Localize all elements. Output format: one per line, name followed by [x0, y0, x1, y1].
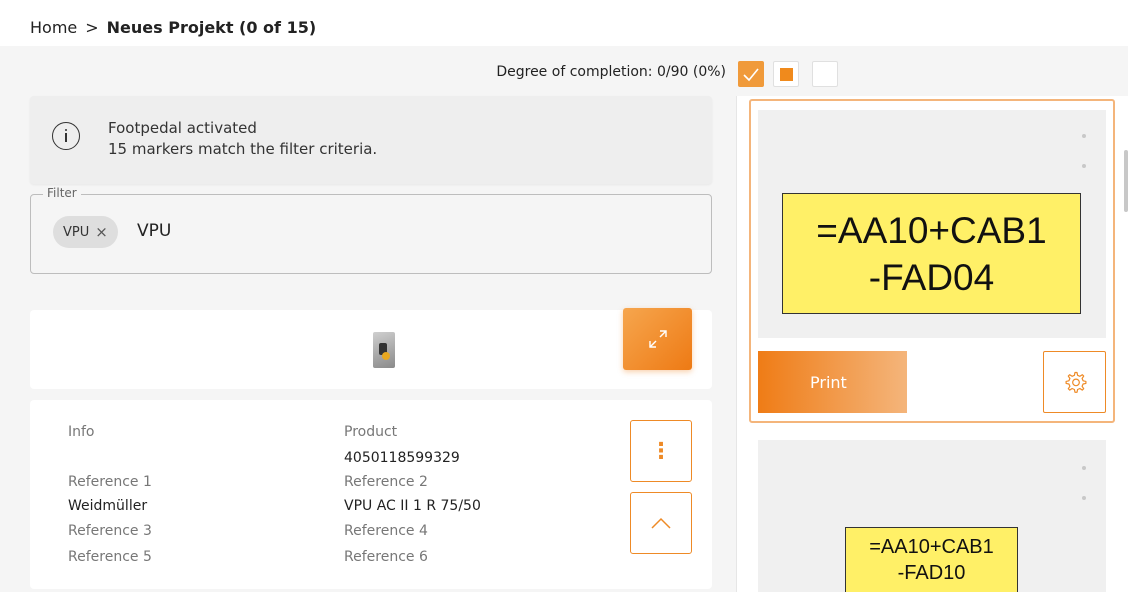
info-icon — [52, 122, 80, 150]
chip-remove-icon[interactable]: × — [95, 223, 108, 241]
reference-2-label: Reference 2 — [344, 474, 428, 490]
scrollbar[interactable] — [1124, 150, 1128, 212]
filter-field[interactable]: Filter VPU × VPU — [30, 186, 712, 274]
marker-label-line-1: =AA10+CAB1 — [816, 209, 1047, 251]
gear-icon — [1065, 371, 1086, 393]
reference-5-label: Reference 5 — [68, 549, 152, 565]
view-blank-button[interactable] — [812, 61, 838, 87]
product-label: Product — [344, 424, 398, 440]
breadcrumb-separator: > — [85, 18, 99, 37]
square-icon — [780, 68, 793, 81]
breadcrumb-current: Neues Projekt (0 of 15) — [106, 18, 317, 37]
reference-4-label: Reference 4 — [344, 523, 428, 539]
marker-label-line-1: =AA10+CAB1 — [869, 536, 994, 558]
completion-status: Degree of completion: 0/90 (0%) — [496, 64, 726, 80]
filter-label: Filter — [43, 186, 81, 200]
marker-label: =AA10+CAB1 -FAD04 — [782, 193, 1081, 314]
breadcrumb: Home > Neues Projekt (0 of 15) — [30, 18, 316, 37]
expand-button[interactable] — [623, 308, 692, 370]
view-square-button[interactable] — [773, 61, 799, 87]
settings-button[interactable] — [1043, 351, 1106, 413]
collapse-button[interactable] — [630, 492, 692, 554]
notice-text: Footpedal activated 15 markers match the… — [108, 118, 377, 160]
marker-dot — [1082, 164, 1086, 168]
reference-1-label: Reference 1 — [68, 474, 152, 490]
reference-2-value: VPU AC II 1 R 75/50 — [344, 498, 481, 514]
expand-icon — [648, 330, 667, 348]
product-value: 4050118599329 — [344, 450, 460, 466]
marker-label-line-2: -FAD04 — [868, 256, 995, 298]
marker-dot — [1082, 496, 1086, 500]
reference-1-value: Weidmüller — [68, 498, 148, 514]
reference-3-label: Reference 3 — [68, 523, 152, 539]
marker-label-line-2: -FAD10 — [897, 562, 966, 584]
notice-line-2: 15 markers match the filter criteria. — [108, 140, 378, 158]
filter-input[interactable]: VPU — [137, 221, 171, 241]
notice-line-1: Footpedal activated — [108, 119, 257, 137]
view-check-button[interactable] — [738, 61, 764, 87]
vertical-dots-icon: ⋮ — [650, 438, 672, 464]
product-thumbnail[interactable] — [373, 332, 395, 368]
filter-chip-label: VPU — [63, 224, 90, 240]
marker-image-card — [30, 310, 712, 389]
marker-dot — [1082, 134, 1086, 138]
reference-6-label: Reference 6 — [344, 549, 428, 565]
notice-box: Footpedal activated 15 markers match the… — [30, 96, 712, 184]
marker-label: =AA10+CAB1 -FAD10 — [845, 527, 1018, 592]
marker-dot — [1082, 466, 1086, 470]
more-options-button[interactable]: ⋮ — [630, 420, 692, 482]
info-label: Info — [68, 424, 95, 440]
breadcrumb-home[interactable]: Home — [30, 18, 77, 37]
filter-chip[interactable]: VPU × — [53, 216, 118, 248]
print-button[interactable]: Print — [758, 351, 907, 413]
check-icon — [743, 68, 759, 82]
chevron-up-icon — [651, 517, 671, 529]
top-bar: Home > Neues Projekt (0 of 15) — [0, 0, 1128, 46]
